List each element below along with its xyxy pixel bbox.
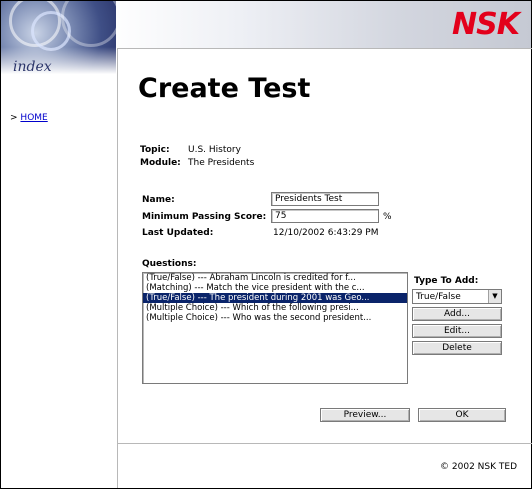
name-input[interactable] — [271, 192, 379, 206]
preview-button[interactable]: Preview... — [320, 408, 410, 422]
type-to-add-select[interactable]: True/False ▼ — [412, 289, 502, 304]
home-link[interactable]: HOME — [20, 113, 47, 123]
question-item[interactable]: (True/False) --- Abraham Lincoln is cred… — [143, 273, 407, 283]
question-item-selected[interactable]: (True/False) --- The president during 20… — [143, 293, 407, 303]
copyright-text: © 2002 NSK TED — [440, 462, 517, 472]
last-updated-label: Last Updated: — [142, 228, 214, 238]
min-score-label: Minimum Passing Score: — [142, 212, 267, 222]
left-nav: > HOME — [10, 113, 48, 123]
type-select-value: True/False — [416, 292, 461, 302]
question-item[interactable]: (Multiple Choice) --- Which of the follo… — [143, 303, 407, 313]
last-updated-value: 12/10/2002 6:43:29 PM — [273, 228, 379, 238]
app-window: NSK index > HOME Create Test Topic: U.S.… — [0, 0, 532, 489]
chevron-down-icon[interactable]: ▼ — [488, 290, 501, 303]
module-label: Module: — [140, 158, 181, 168]
page-title: Create Test — [138, 73, 311, 104]
main-content: Create Test Topic: U.S. History Module: … — [117, 48, 532, 488]
question-item[interactable]: (Multiple Choice) --- Who was the second… — [143, 313, 407, 323]
topic-label: Topic: — [140, 145, 170, 155]
questions-listbox[interactable]: (True/False) --- Abraham Lincoln is cred… — [142, 272, 408, 384]
index-logo: index — [1, 1, 116, 81]
topic-value: U.S. History — [188, 145, 241, 155]
footer-divider — [118, 443, 532, 444]
bearing-ring-graphic — [61, 1, 116, 47]
question-item[interactable]: (Matching) --- Match the vice president … — [143, 283, 407, 293]
add-button[interactable]: Add... — [412, 307, 502, 321]
index-label: index — [13, 59, 52, 75]
module-value: The Presidents — [188, 158, 255, 168]
percent-unit: % — [383, 212, 392, 222]
name-label: Name: — [142, 195, 175, 205]
edit-button[interactable]: Edit... — [412, 324, 502, 338]
ok-button[interactable]: OK — [418, 408, 506, 422]
delete-button[interactable]: Delete — [412, 341, 502, 355]
min-score-input[interactable] — [271, 209, 379, 223]
nav-arrow: > — [10, 113, 18, 123]
nsk-logo: NSK — [452, 7, 520, 42]
